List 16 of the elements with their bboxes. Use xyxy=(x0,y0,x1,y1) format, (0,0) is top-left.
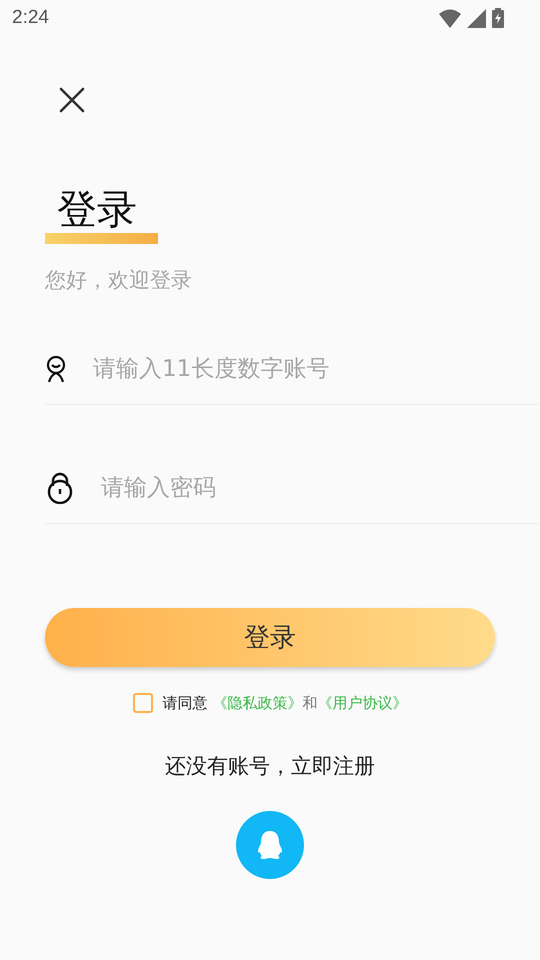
lock-icon xyxy=(45,472,75,504)
agreement-text: 请同意 《隐私政策》和《用户协议》 xyxy=(162,694,408,712)
close-icon[interactable] xyxy=(58,86,86,114)
person-icon xyxy=(45,355,67,383)
password-input[interactable]: 请输入密码 xyxy=(99,474,503,502)
qq-login-button[interactable] xyxy=(236,811,304,879)
page-title: 登录 xyxy=(57,186,137,235)
welcome-text: 您好，欢迎登录 xyxy=(45,267,193,294)
register-link[interactable]: 还没有账号，立即注册 xyxy=(159,751,381,781)
status-time: 2:24 xyxy=(12,7,49,29)
login-button[interactable]: 登录 xyxy=(45,608,495,667)
agreement-checkbox[interactable] xyxy=(132,693,153,713)
wifi-icon xyxy=(439,8,461,28)
account-input[interactable]: 请输入11长度数字账号 xyxy=(91,355,495,383)
battery-icon xyxy=(492,8,504,28)
signal-icon xyxy=(467,8,486,28)
